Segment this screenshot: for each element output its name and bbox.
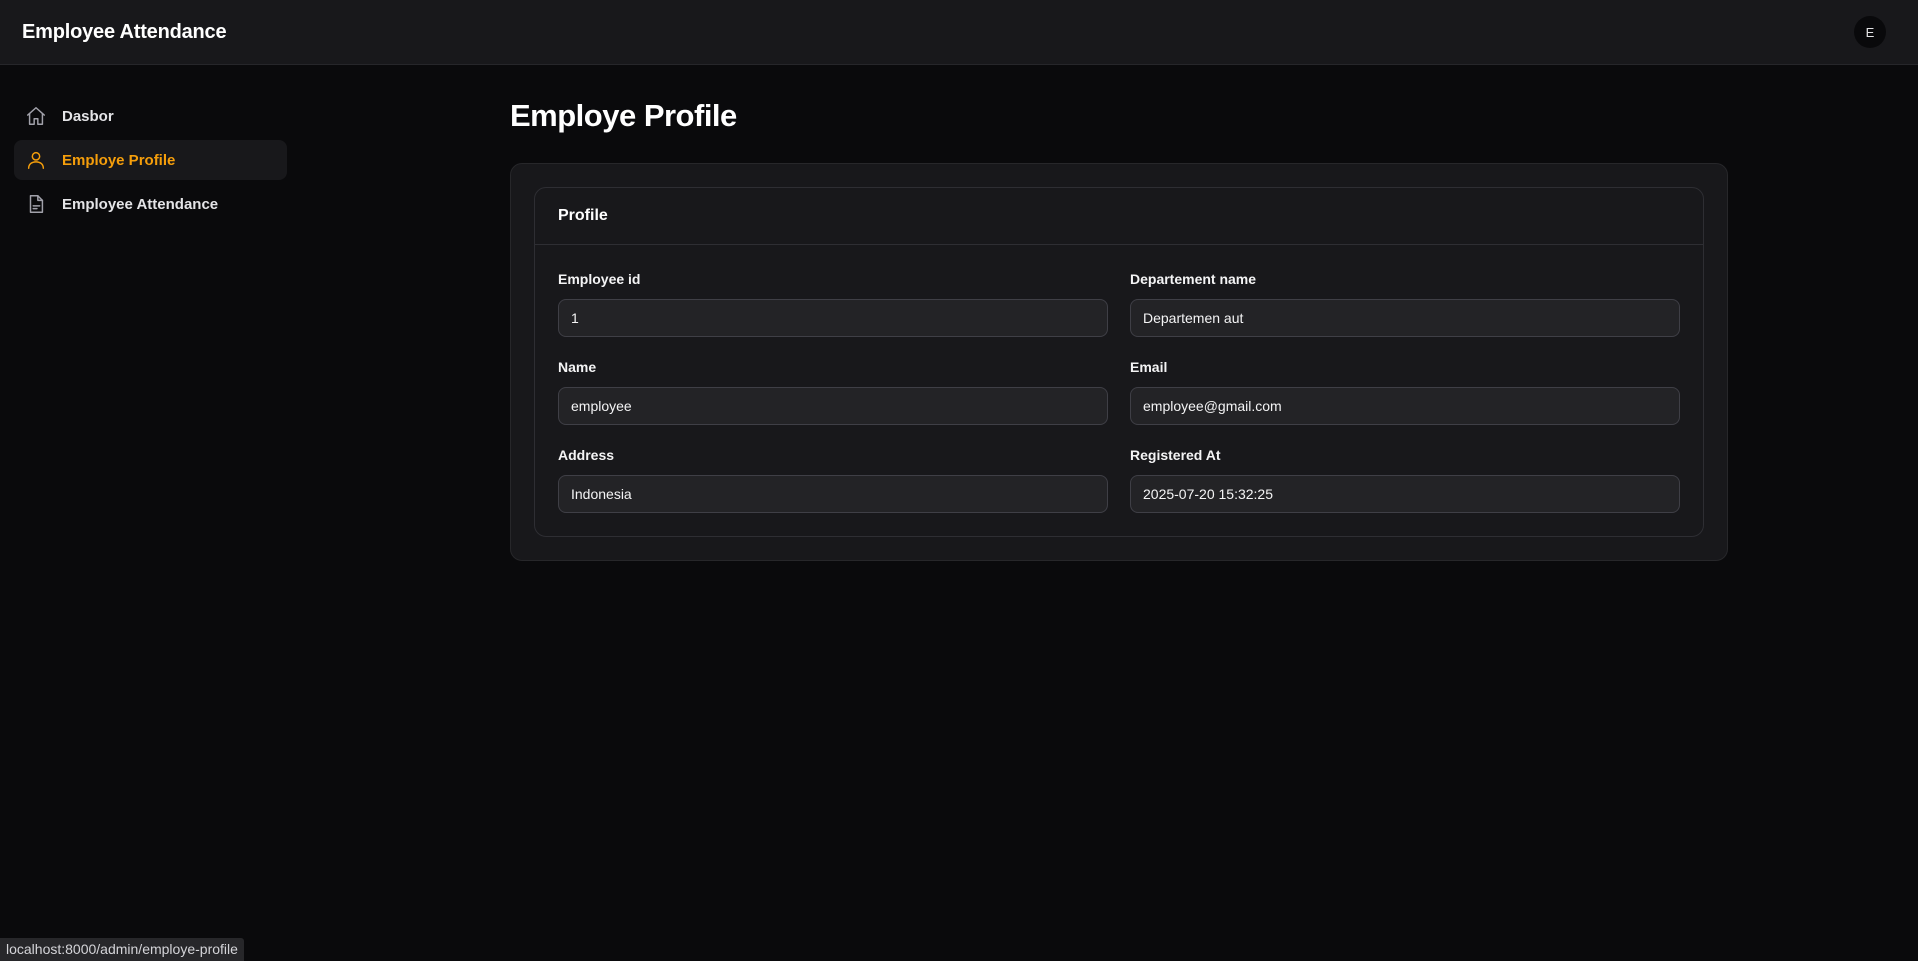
department-input[interactable]	[1130, 299, 1680, 337]
sidebar-item-label: Dasbor	[62, 107, 114, 125]
main-content: Employe Profile Profile Employee id Depa…	[510, 96, 1728, 561]
profile-card: Profile Employee id Departement name Nam…	[534, 187, 1704, 537]
employee-id-field-group: Employee id	[558, 271, 1108, 337]
employee-id-label: Employee id	[558, 271, 641, 287]
sidebar: Dasbor Employe Profile Employee Attendan…	[14, 96, 287, 228]
home-icon	[24, 104, 48, 128]
app-title[interactable]: Employee Attendance	[22, 21, 227, 44]
registered-at-label: Registered At	[1130, 447, 1221, 463]
name-field-group: Name	[558, 359, 1108, 425]
address-input[interactable]	[558, 475, 1108, 513]
registered-at-input[interactable]	[1130, 475, 1680, 513]
address-field-group: Address	[558, 447, 1108, 513]
name-input[interactable]	[558, 387, 1108, 425]
top-bar: Employee Attendance E	[0, 0, 1918, 65]
sidebar-item-dasbor[interactable]: Dasbor	[14, 96, 287, 136]
page-title: Employe Profile	[510, 98, 737, 133]
sidebar-item-employee-attendance[interactable]: Employee Attendance	[14, 184, 287, 224]
sidebar-item-label: Employe Profile	[62, 151, 176, 169]
profile-card-title: Profile	[535, 188, 1703, 245]
address-label: Address	[558, 447, 615, 463]
browser-status-url: localhost:8000/admin/employe-profile	[0, 938, 244, 961]
user-avatar[interactable]: E	[1854, 16, 1886, 48]
profile-section: Profile Employee id Departement name Nam…	[510, 163, 1728, 561]
user-icon	[24, 148, 48, 172]
sidebar-item-employe-profile[interactable]: Employe Profile	[14, 140, 287, 180]
email-field-group: Email	[1130, 359, 1680, 425]
profile-form: Employee id Departement name Name Email	[535, 245, 1703, 536]
email-input[interactable]	[1130, 387, 1680, 425]
registered-at-field-group: Registered At	[1130, 447, 1680, 513]
name-label: Name	[558, 359, 597, 375]
document-icon	[24, 192, 48, 216]
employee-id-input[interactable]	[558, 299, 1108, 337]
sidebar-item-label: Employee Attendance	[62, 195, 219, 213]
department-label: Departement name	[1130, 271, 1257, 287]
department-field-group: Departement name	[1130, 271, 1680, 337]
email-label: Email	[1130, 359, 1168, 375]
